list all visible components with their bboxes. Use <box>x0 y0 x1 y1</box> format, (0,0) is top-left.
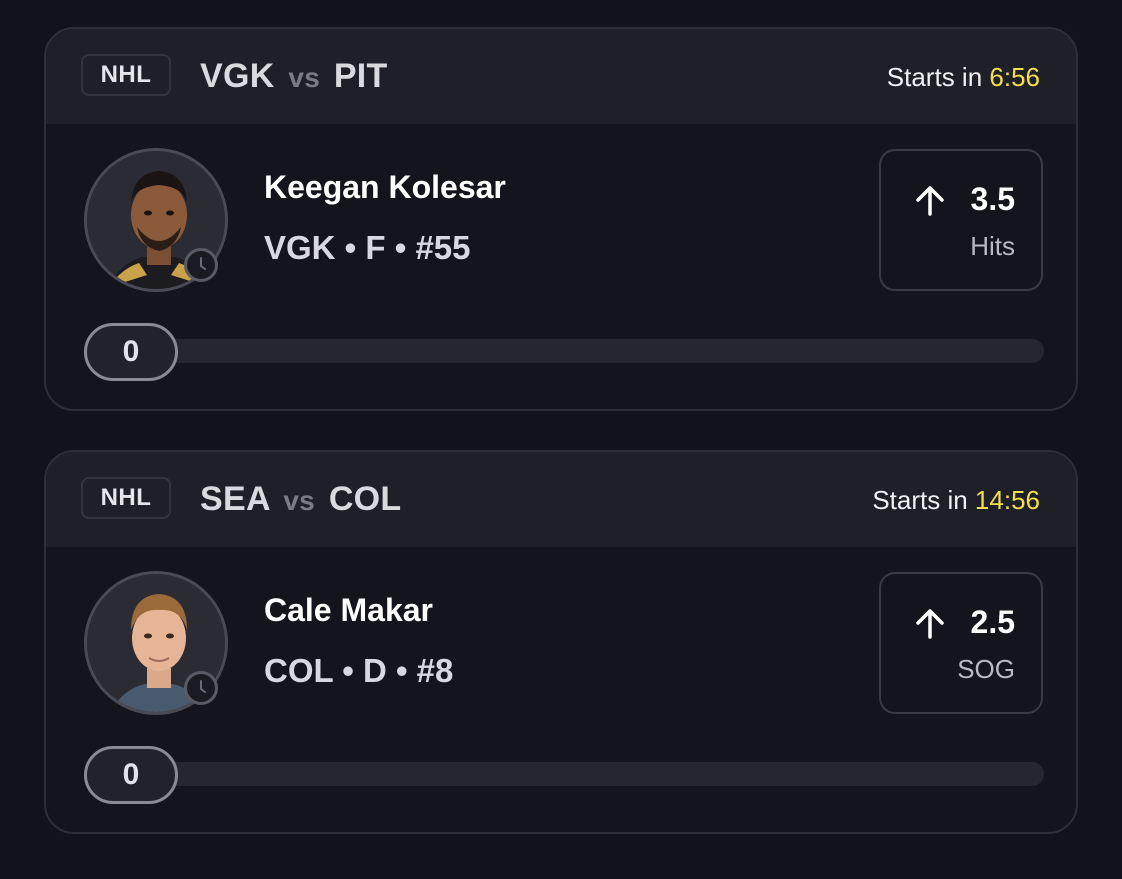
progress-track <box>86 762 1044 786</box>
up-arrow-icon <box>916 609 944 639</box>
vs-label: vs <box>288 62 321 93</box>
progress-value: 0 <box>84 323 178 381</box>
matchup: VGK vs PIT <box>200 55 388 99</box>
starts-label: Starts in <box>886 62 983 92</box>
card-header: NHL SEA vs COL Starts in 14:56 <box>46 452 1076 547</box>
prop-stat-label: SOG <box>957 654 1015 684</box>
player-name[interactable]: Cale Makar <box>264 592 433 629</box>
starts-label: Starts in <box>872 485 968 515</box>
start-countdown: Starts in 6:56 <box>887 59 1040 95</box>
away-team: PIT <box>333 57 388 95</box>
prop-line-box[interactable]: 3.5 Hits <box>879 149 1043 291</box>
progress-value: 0 <box>84 746 178 804</box>
prop-line-box[interactable]: 2.5 SOG <box>879 572 1043 714</box>
league-badge: NHL <box>81 54 171 96</box>
prop-line-value: 2.5 <box>970 604 1015 640</box>
away-team: COL <box>328 480 402 518</box>
card-header: NHL VGK vs PIT Starts in 6:56 <box>46 29 1076 124</box>
pick-card[interactable]: NHL SEA vs COL Starts in 14:56 Cale Maka… <box>44 450 1078 834</box>
progress-track <box>86 339 1044 363</box>
start-countdown: Starts in 14:56 <box>872 482 1040 518</box>
matchup: SEA vs COL <box>200 478 401 522</box>
player-meta: VGK • F • #55 <box>264 229 471 266</box>
starts-time: 6:56 <box>989 62 1040 92</box>
up-arrow-icon <box>916 186 944 216</box>
clock-icon <box>184 671 218 705</box>
player-name[interactable]: Keegan Kolesar <box>264 169 506 206</box>
prop-stat-label: Hits <box>970 231 1015 261</box>
home-team: VGK <box>200 57 275 95</box>
player-meta: COL • D • #8 <box>264 652 454 689</box>
prop-line-value: 3.5 <box>970 181 1015 217</box>
clock-icon <box>184 248 218 282</box>
player-avatar-wrap[interactable] <box>84 571 228 715</box>
home-team: SEA <box>200 480 270 518</box>
league-badge: NHL <box>81 477 171 519</box>
starts-time: 14:56 <box>974 485 1040 515</box>
vs-label: vs <box>283 485 316 516</box>
pick-card[interactable]: NHL VGK vs PIT Starts in 6:56 Keegan Kol… <box>44 27 1078 411</box>
player-avatar-wrap[interactable] <box>84 148 228 292</box>
